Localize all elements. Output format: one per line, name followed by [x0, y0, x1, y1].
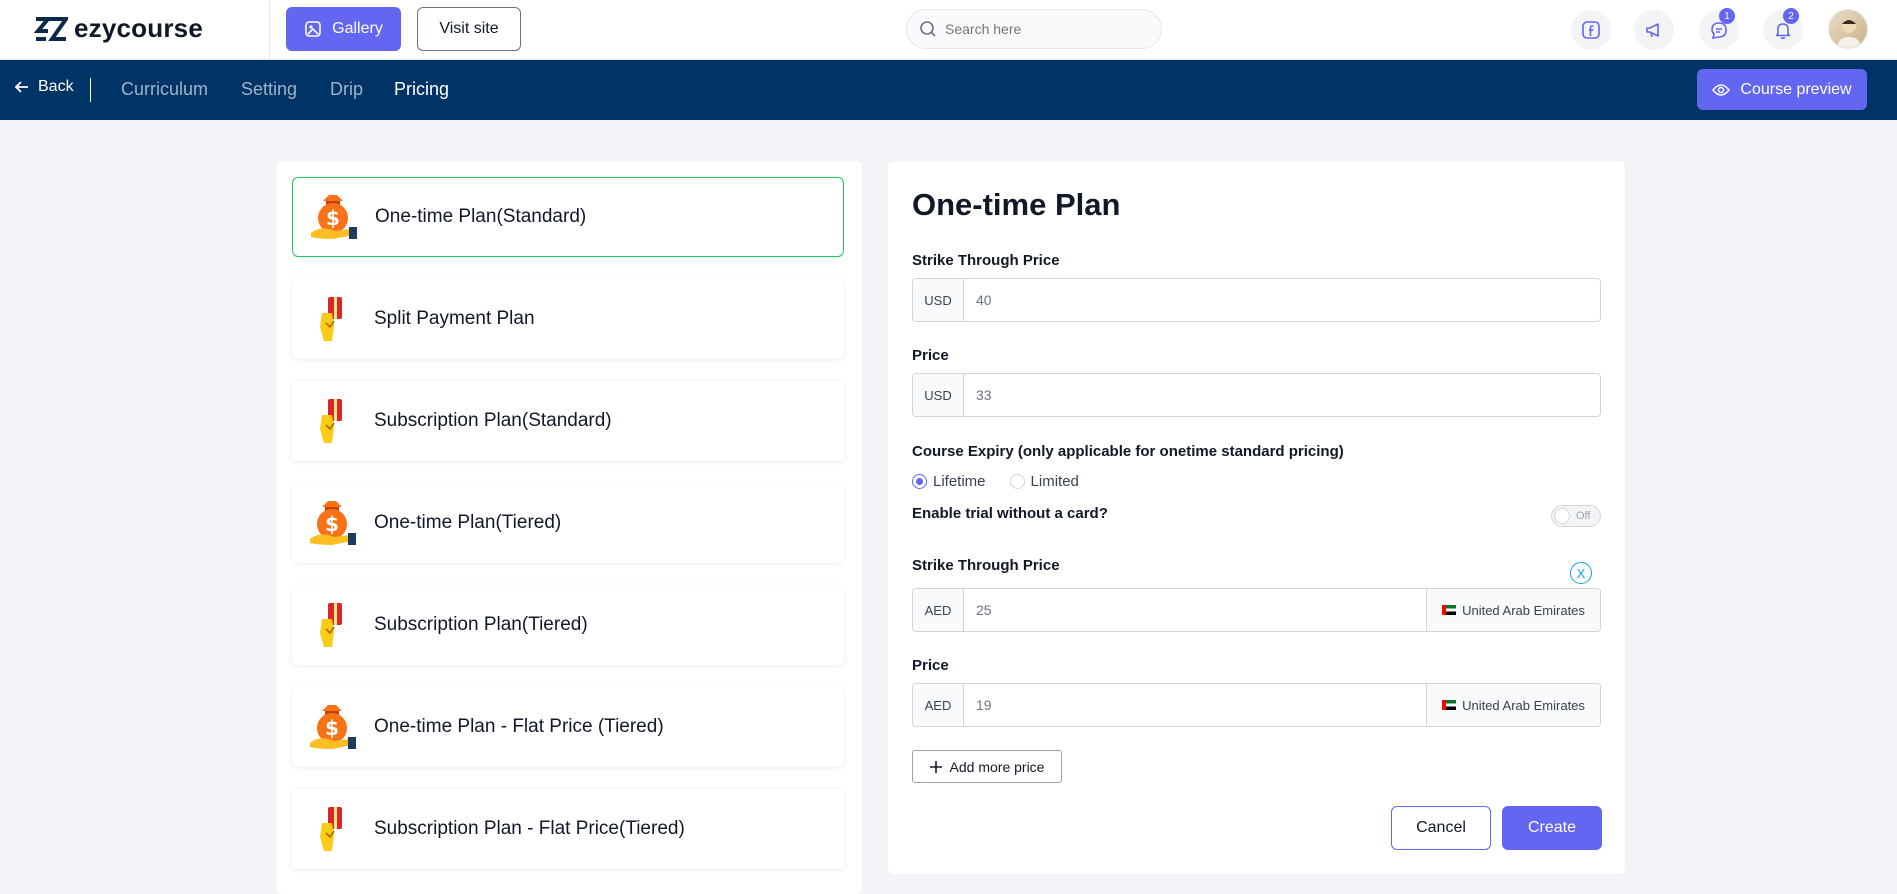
- plan-card[interactable]: Split Payment Plan: [292, 279, 844, 359]
- trial-label: Enable trial without a card?: [912, 505, 1108, 522]
- price-field: USD: [912, 373, 1601, 417]
- price-input[interactable]: [964, 374, 1600, 416]
- country-select[interactable]: United Arab Emirates: [1426, 684, 1600, 726]
- announcement-button[interactable]: [1634, 10, 1674, 50]
- eye-icon: [1712, 83, 1731, 96]
- country-label: United Arab Emirates: [1462, 697, 1585, 713]
- trial-toggle[interactable]: Off: [1551, 505, 1601, 527]
- logo[interactable]: ezycourse: [34, 13, 203, 44]
- extra-strike-price-label: Strike Through Price: [912, 557, 1060, 574]
- search-box[interactable]: [906, 9, 1162, 49]
- plan-label: Split Payment Plan: [374, 308, 535, 329]
- strike-price-input[interactable]: [964, 279, 1600, 321]
- notification-badge: 2: [1783, 8, 1799, 24]
- plus-icon: [929, 760, 942, 773]
- price-label: Price: [912, 347, 949, 364]
- card-hand-icon: [320, 603, 342, 647]
- limited-radio[interactable]: [1009, 474, 1025, 489]
- course-expiry-label: Course Expiry (only applicable for oneti…: [912, 443, 1344, 460]
- card-hand-icon: [320, 297, 342, 341]
- back-label: Back: [38, 78, 74, 95]
- visit-site-button[interactable]: Visit site: [417, 7, 521, 51]
- gallery-label: Gallery: [332, 20, 383, 37]
- card-hand-icon: [320, 399, 342, 443]
- currency-addon: USD: [913, 279, 964, 321]
- facebook-icon: [1582, 21, 1600, 39]
- gallery-button[interactable]: Gallery: [286, 7, 401, 51]
- country-label: United Arab Emirates: [1462, 602, 1585, 618]
- plan-label: One-time Plan(Tiered): [374, 512, 562, 533]
- search-input[interactable]: [945, 21, 1145, 37]
- ezycourse-logo-icon: [34, 16, 68, 41]
- toggle-knob: [1554, 508, 1570, 524]
- plan-label: One-time Plan(Standard): [375, 206, 587, 227]
- course-preview-button[interactable]: Course preview: [1697, 69, 1867, 110]
- lifetime-label[interactable]: Lifetime: [933, 473, 986, 490]
- country-select[interactable]: United Arab Emirates: [1426, 589, 1600, 631]
- plan-card[interactable]: $ One-time Plan - Flat Price (Tiered): [292, 687, 844, 767]
- plan-list: $ One-time Plan(Standard) Split Payment …: [277, 161, 862, 894]
- tab-curriculum[interactable]: Curriculum: [121, 79, 208, 100]
- extra-price-label: Price: [912, 657, 949, 674]
- header-divider: [269, 0, 270, 60]
- plan-card[interactable]: $ One-time Plan(Tiered): [292, 483, 844, 563]
- toggle-state: Off: [1576, 510, 1591, 522]
- facebook-button[interactable]: [1571, 10, 1611, 50]
- notification-button[interactable]: 2: [1763, 8, 1803, 50]
- back-button[interactable]: Back: [14, 78, 74, 96]
- limited-label[interactable]: Limited: [1031, 473, 1079, 490]
- remove-price-button[interactable]: X: [1570, 562, 1592, 584]
- svg-text:$: $: [325, 716, 339, 740]
- chat-badge: 1: [1719, 8, 1735, 24]
- user-avatar-icon: [1837, 19, 1861, 48]
- plan-label: Subscription Plan(Tiered): [374, 614, 588, 635]
- money-bag-icon: $: [310, 705, 356, 749]
- svg-text:$: $: [325, 512, 339, 536]
- plan-label: Subscription Plan - Flat Price(Tiered): [374, 818, 685, 839]
- plan-label: Subscription Plan(Standard): [374, 410, 612, 431]
- svg-text:$: $: [326, 206, 340, 230]
- lifetime-radio[interactable]: [912, 474, 927, 489]
- extra-price-input[interactable]: [964, 684, 1426, 726]
- course-preview-label: Course preview: [1740, 80, 1852, 98]
- plan-label: One-time Plan - Flat Price (Tiered): [374, 716, 664, 737]
- arrow-left-icon: [14, 81, 28, 93]
- currency-addon: AED: [913, 589, 964, 631]
- course-expiry-options: Lifetime Limited: [912, 473, 1079, 490]
- add-more-price-button[interactable]: Add more price: [912, 750, 1062, 783]
- nav-divider: [90, 78, 91, 102]
- card-hand-icon: [320, 807, 342, 851]
- currency-addon: AED: [913, 684, 964, 726]
- top-bar: ezycourse Gallery Visit site Search here…: [0, 0, 1897, 60]
- uae-flag-icon: [1442, 605, 1457, 615]
- gallery-icon: [305, 21, 321, 37]
- chat-button[interactable]: 1: [1699, 8, 1739, 50]
- pricing-form: One-time Plan Strike Through Price USD P…: [888, 161, 1625, 874]
- plan-card[interactable]: Subscription Plan(Standard): [292, 381, 844, 461]
- plan-card[interactable]: $ One-time Plan(Standard): [292, 177, 844, 257]
- plan-card[interactable]: Subscription Plan - Flat Price(Tiered): [292, 789, 844, 869]
- cancel-button[interactable]: Cancel: [1391, 806, 1491, 850]
- tab-drip[interactable]: Drip: [330, 79, 363, 100]
- tab-pricing[interactable]: Pricing: [394, 79, 449, 100]
- money-bag-icon: $: [310, 501, 356, 545]
- add-more-price-label: Add more price: [949, 758, 1045, 775]
- megaphone-icon: [1646, 23, 1659, 38]
- tab-setting[interactable]: Setting: [241, 79, 297, 100]
- currency-addon: USD: [913, 374, 964, 416]
- strike-price-label: Strike Through Price: [912, 252, 1060, 269]
- extra-strike-price-input[interactable]: [964, 589, 1426, 631]
- avatar[interactable]: [1828, 9, 1868, 49]
- course-nav-bar: Back Curriculum Setting Drip Pricing Cou…: [0, 60, 1897, 120]
- extra-price-field: AED United Arab Emirates: [912, 683, 1601, 727]
- search-icon: [920, 21, 936, 37]
- form-title: One-time Plan: [912, 187, 1121, 222]
- strike-price-field: USD: [912, 278, 1601, 322]
- uae-flag-icon: [1442, 700, 1457, 710]
- plan-card[interactable]: Subscription Plan(Tiered): [292, 585, 844, 665]
- logo-text: ezycourse: [74, 13, 203, 43]
- create-button[interactable]: Create: [1502, 806, 1602, 850]
- money-bag-icon: $: [311, 195, 357, 239]
- extra-strike-price-field: AED United Arab Emirates: [912, 588, 1601, 632]
